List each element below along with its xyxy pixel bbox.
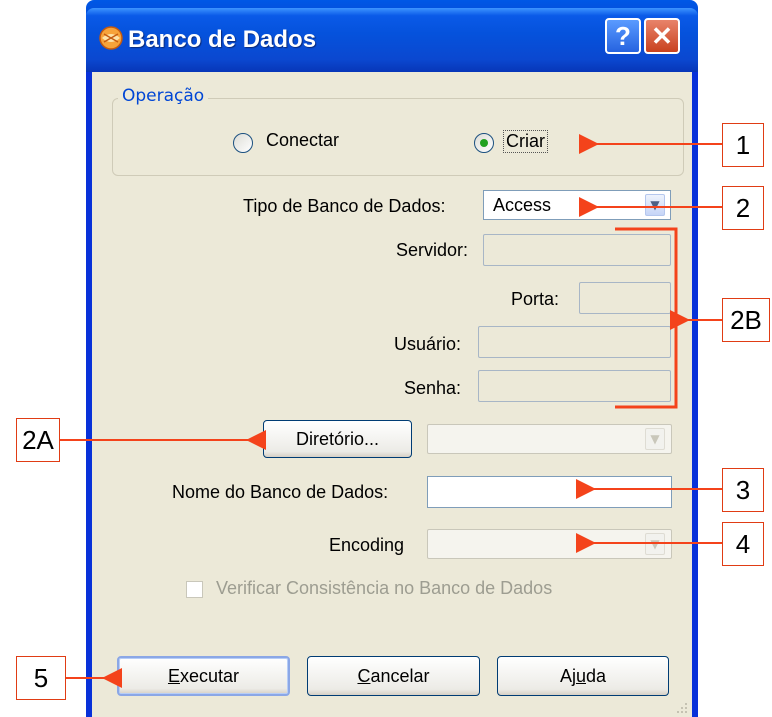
annotation-label-2: 2 <box>722 186 764 230</box>
annotation-label-4: 4 <box>722 522 764 566</box>
annotation-label-5: 5 <box>16 656 66 700</box>
annotation-overlay <box>60 134 722 688</box>
annotation-bracket-2b <box>615 227 678 409</box>
annotation-label-2b: 2B <box>722 298 770 342</box>
annotation-label-3: 3 <box>722 468 764 512</box>
annotation-label-2a: 2A <box>16 418 60 462</box>
annotation-label-1: 1 <box>722 123 764 167</box>
